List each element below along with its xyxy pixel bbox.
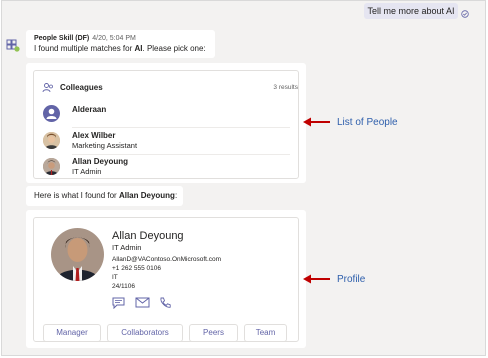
message-meta: People Skill (DF) 4/20, 5:04 PM (34, 34, 215, 43)
profile-department: IT (112, 274, 118, 281)
sender-name: People Skill (DF) (34, 35, 90, 42)
button-label: Manager (56, 328, 88, 337)
person-name: Allan Deyoung (72, 157, 129, 166)
peers-button[interactable]: Peers (189, 324, 238, 342)
people-list-title: Colleagues (60, 83, 103, 92)
user-message-text: Tell me more about AI (367, 6, 455, 16)
profile-container: Allan Deyoung IT Admin AllanD@VAContoso.… (26, 210, 306, 348)
photo-icon (43, 132, 60, 149)
check-circle-icon (461, 10, 469, 18)
chat-pane: Tell me more about AI People Skill (DF) 4… (1, 0, 486, 356)
person-title: Marketing Assistant (72, 141, 138, 150)
chat-icon[interactable] (112, 297, 125, 309)
phone-icon[interactable] (159, 297, 171, 309)
divider (72, 154, 290, 155)
bot-message: Here is what I found for Allan Deyoung: (26, 186, 183, 206)
mail-icon[interactable] (135, 297, 150, 308)
button-label: Collaborators (121, 328, 169, 337)
annotation-profile: Profile (337, 274, 366, 285)
bot-message: People Skill (DF) 4/20, 5:04 PM I found m… (26, 30, 215, 58)
person-name: Alderaan (72, 105, 107, 114)
collaborators-button[interactable]: Collaborators (107, 324, 183, 342)
message-text-part: I found multiple matches for (34, 44, 135, 53)
bot-app-icon (6, 39, 20, 52)
profile-office: 24/1106 (112, 283, 136, 290)
profile-title: IT Admin (112, 243, 142, 252)
button-label: Peers (203, 328, 224, 337)
team-button[interactable]: Team (244, 324, 287, 342)
photo-icon (51, 228, 104, 281)
avatar (43, 105, 60, 122)
people-list-card: Colleagues 3 results Alderaan Alex Wilbe… (33, 70, 299, 179)
message-time: 4/20, 5:04 PM (92, 35, 136, 42)
message-text-bold: AI (134, 44, 143, 53)
person-item[interactable]: Alderaan (42, 104, 298, 126)
people-icon (42, 83, 53, 93)
profile-card: Allan Deyoung IT Admin AllanD@VAContoso.… (33, 217, 299, 342)
divider (72, 127, 290, 128)
results-count: 3 results (273, 84, 298, 91)
people-list-container: Colleagues 3 results Alderaan Alex Wilbe… (26, 63, 306, 183)
arrow-left-icon (303, 117, 330, 127)
profile-email[interactable]: AllanD@VAContoso.OnMicrosoft.com (112, 256, 221, 264)
profile-photo (51, 228, 104, 281)
person-name: Alex Wilber (72, 131, 116, 140)
message-text: I found multiple matches for AI. Please … (34, 44, 215, 54)
message-text-bold: Allan Deyoung (118, 191, 175, 200)
person-item[interactable]: Allan Deyoung IT Admin (42, 157, 298, 179)
manager-button[interactable]: Manager (43, 324, 101, 342)
avatar (43, 158, 60, 175)
person-silhouette-icon (46, 108, 57, 119)
profile-name: Allan Deyoung (112, 230, 184, 242)
button-label: Team (255, 328, 276, 337)
person-item[interactable]: Alex Wilber Marketing Assistant (42, 131, 298, 153)
arrow-left-icon (303, 274, 330, 284)
person-title: IT Admin (72, 167, 102, 176)
photo-icon (43, 158, 60, 175)
user-message-bubble: Tell me more about AI (364, 3, 458, 19)
message-text-part: . Please pick one: (142, 44, 206, 53)
message-text-part: : (174, 191, 178, 200)
profile-phone: +1 262 555 0106 (112, 265, 161, 272)
avatar (43, 132, 60, 149)
annotation-list-of-people: List of People (337, 117, 398, 128)
message-text-part: Here is what I found for (34, 191, 119, 200)
people-list-header: Colleagues 3 results (42, 81, 298, 95)
